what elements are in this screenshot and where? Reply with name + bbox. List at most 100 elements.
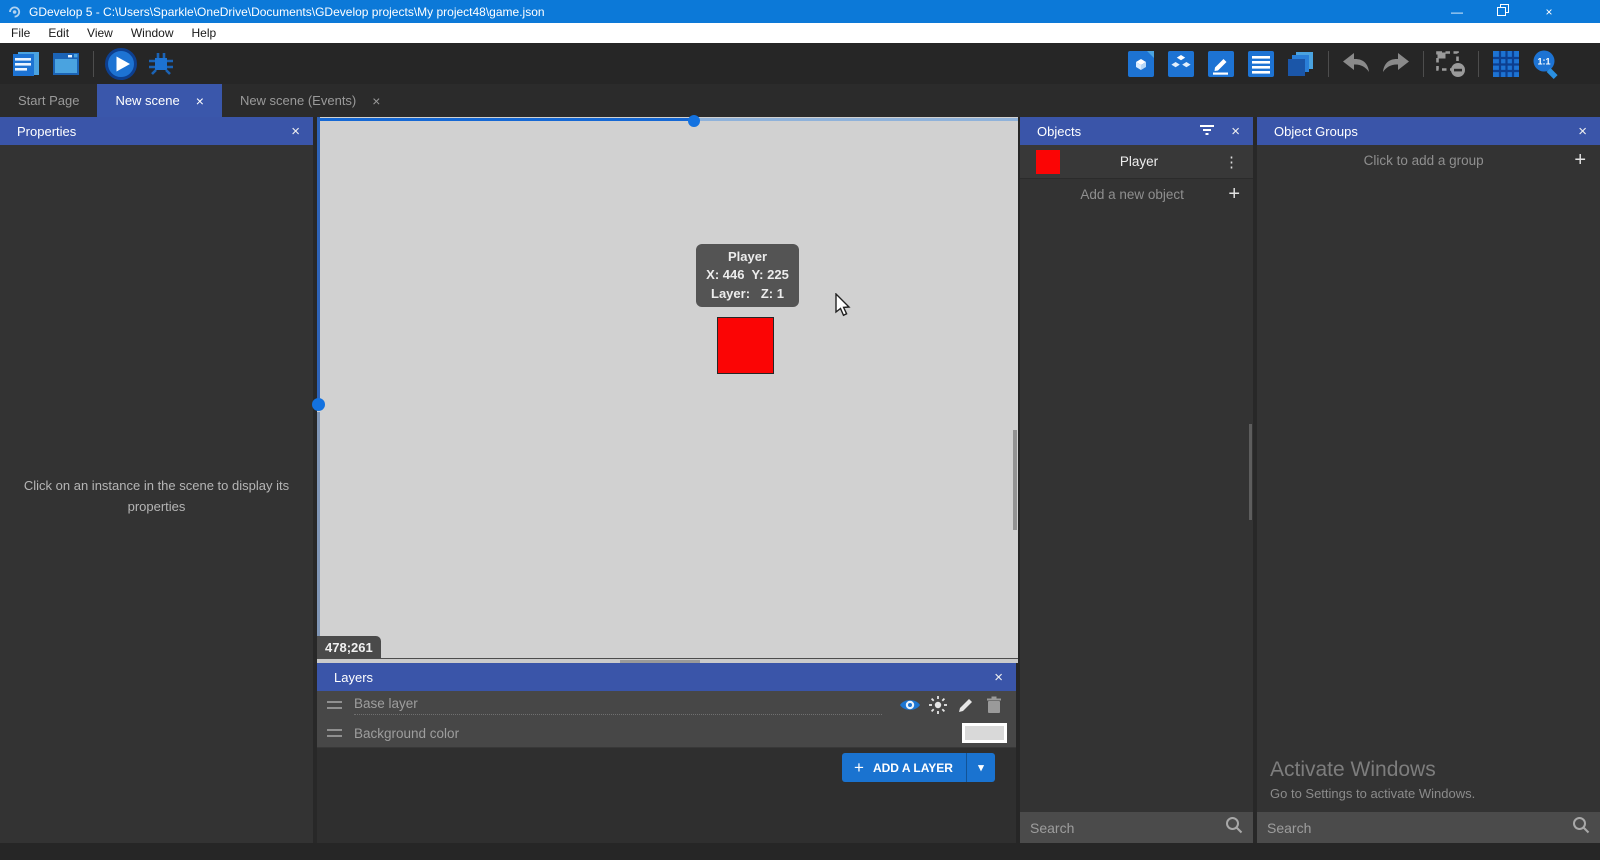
activate-windows-watermark: Activate Windows Go to Settings to activ… bbox=[1270, 758, 1475, 801]
add-layer-button[interactable]: + ADD A LAYER ▾ bbox=[842, 753, 995, 782]
player-thumbnail bbox=[1036, 150, 1060, 174]
close-tab-icon[interactable]: × bbox=[196, 93, 204, 109]
window-controls: — × bbox=[1434, 0, 1572, 23]
objects-search-input[interactable] bbox=[1030, 820, 1225, 836]
object-groups-panel: Object Groups × Click to add a group + A… bbox=[1257, 117, 1600, 843]
tab-label: New scene (Events) bbox=[240, 93, 356, 108]
add-layer-button-main[interactable]: + ADD A LAYER bbox=[842, 753, 966, 782]
vertical-scroll-line[interactable] bbox=[317, 412, 320, 658]
layer-effects-icon[interactable] bbox=[924, 695, 952, 715]
window-title: GDevelop 5 - C:\Users\Sparkle\OneDrive\D… bbox=[29, 5, 545, 19]
main-toolbar: 1:1 bbox=[0, 43, 1600, 84]
clear-selection-icon[interactable] bbox=[1433, 46, 1469, 82]
background-color-row[interactable]: Background color bbox=[317, 719, 1016, 747]
add-object-row[interactable]: Add a new object + bbox=[1020, 179, 1253, 210]
plus-icon[interactable]: + bbox=[1228, 183, 1240, 206]
layer-row-base[interactable]: Base layer bbox=[317, 691, 1016, 719]
objects-panel-title: Objects bbox=[1037, 124, 1081, 139]
watermark-title: Activate Windows bbox=[1270, 758, 1475, 782]
play-preview-button[interactable] bbox=[103, 46, 139, 82]
titlebar: GDevelop 5 - C:\Users\Sparkle\OneDrive\D… bbox=[0, 0, 1600, 23]
object-menu-kebab-icon[interactable]: ⋮ bbox=[1218, 153, 1245, 171]
toolbar-separator bbox=[1478, 51, 1479, 77]
menu-file[interactable]: File bbox=[2, 23, 39, 43]
add-object-label: Add a new object bbox=[1036, 187, 1228, 202]
menubar: File Edit View Window Help bbox=[0, 23, 1600, 43]
tooltip-position: X: 446 Y: 225 bbox=[706, 266, 789, 284]
canvas-vertical-scrollbar-thumb[interactable] bbox=[1013, 430, 1017, 530]
drag-handle-icon[interactable] bbox=[327, 701, 342, 709]
search-icon bbox=[1572, 816, 1590, 839]
gdevelop-logo-icon bbox=[7, 5, 21, 19]
close-layers-icon[interactable]: × bbox=[992, 669, 1005, 686]
project-manager-icon[interactable] bbox=[8, 46, 44, 82]
close-properties-icon[interactable]: × bbox=[289, 123, 302, 140]
horizontal-scroll-line[interactable] bbox=[317, 118, 691, 121]
groups-search-input[interactable] bbox=[1267, 820, 1572, 836]
toolbar-separator bbox=[1328, 51, 1329, 77]
scene-window-icon[interactable] bbox=[48, 46, 84, 82]
layer-edit-pencil-icon[interactable] bbox=[952, 696, 980, 714]
layer-name-field[interactable]: Base layer bbox=[354, 696, 882, 715]
zoom-reset-icon[interactable]: 1:1 bbox=[1528, 46, 1564, 82]
vertical-scroll-line[interactable] bbox=[317, 117, 320, 400]
properties-panel-icon[interactable] bbox=[1203, 46, 1239, 82]
layers-list: Base layer Background color bbox=[317, 691, 1016, 748]
object-name: Player bbox=[1060, 154, 1218, 169]
tab-new-scene[interactable]: New scene × bbox=[97, 84, 222, 117]
grid-toggle-icon[interactable] bbox=[1488, 46, 1524, 82]
objects-search-bar bbox=[1020, 812, 1253, 843]
layer-visibility-eye-icon[interactable] bbox=[896, 697, 924, 713]
bottom-strip bbox=[0, 843, 1600, 860]
tab-new-scene-events[interactable]: New scene (Events) × bbox=[222, 84, 399, 117]
objects-panel-header: Objects × bbox=[1020, 117, 1253, 145]
add-group-label: Click to add a group bbox=[1273, 153, 1574, 168]
horizontal-scroll-line[interactable] bbox=[691, 118, 1018, 121]
close-object-groups-icon[interactable]: × bbox=[1576, 123, 1589, 140]
background-color-swatch[interactable] bbox=[962, 723, 1007, 743]
objects-scrollbar-thumb[interactable] bbox=[1249, 424, 1252, 520]
add-group-row[interactable]: Click to add a group + bbox=[1257, 145, 1600, 176]
object-groups-panel-icon[interactable] bbox=[1163, 46, 1199, 82]
filter-icon[interactable] bbox=[1199, 124, 1215, 139]
background-color-label: Background color bbox=[354, 726, 948, 741]
menu-help[interactable]: Help bbox=[183, 23, 226, 43]
layers-panel-title: Layers bbox=[334, 670, 373, 685]
tab-start-page[interactable]: Start Page bbox=[0, 84, 97, 117]
properties-panel: Properties × Click on an instance in the… bbox=[0, 117, 313, 843]
object-row-player[interactable]: Player ⋮ bbox=[1020, 145, 1253, 179]
toolbar-separator bbox=[1423, 51, 1424, 77]
layer-delete-trash-icon[interactable] bbox=[980, 696, 1008, 714]
tab-bar: Start Page New scene × New scene (Events… bbox=[0, 84, 1600, 117]
restore-button[interactable] bbox=[1480, 0, 1526, 23]
plus-icon[interactable]: + bbox=[1574, 149, 1586, 172]
toolbar-right-group: 1:1 bbox=[1121, 46, 1566, 82]
layers-panel-icon[interactable] bbox=[1283, 46, 1319, 82]
add-layer-dropdown-arrow[interactable]: ▾ bbox=[966, 753, 995, 782]
cursor-coordinates-badge: 478;261 bbox=[317, 636, 381, 658]
menu-window[interactable]: Window bbox=[122, 23, 183, 43]
vertical-scroll-thumb[interactable] bbox=[312, 398, 325, 411]
player-object-instance[interactable] bbox=[717, 317, 774, 374]
watermark-subtitle: Go to Settings to activate Windows. bbox=[1270, 786, 1475, 801]
undo-button[interactable] bbox=[1338, 46, 1374, 82]
minimize-icon: — bbox=[1451, 5, 1463, 19]
close-objects-icon[interactable]: × bbox=[1229, 123, 1242, 140]
redo-button[interactable] bbox=[1378, 46, 1414, 82]
horizontal-scroll-thumb[interactable] bbox=[688, 115, 700, 127]
scene-canvas[interactable]: Player X: 446 Y: 225 Layer: Z: 1 478;261 bbox=[317, 117, 1018, 658]
drag-handle-icon[interactable] bbox=[327, 729, 342, 737]
close-tab-icon[interactable]: × bbox=[372, 93, 380, 109]
tooltip-layer: Layer: Z: 1 bbox=[711, 285, 784, 303]
minimize-button[interactable]: — bbox=[1434, 0, 1480, 23]
close-window-button[interactable]: × bbox=[1526, 0, 1572, 23]
svg-text:1:1: 1:1 bbox=[1537, 56, 1550, 66]
debug-preview-button[interactable] bbox=[143, 46, 179, 82]
properties-panel-title: Properties bbox=[17, 124, 76, 139]
instances-list-panel-icon[interactable] bbox=[1243, 46, 1279, 82]
menu-edit[interactable]: Edit bbox=[39, 23, 78, 43]
layers-panel: Layers × Base layer bbox=[317, 663, 1016, 843]
instance-tooltip: Player X: 446 Y: 225 Layer: Z: 1 bbox=[696, 244, 799, 307]
objects-panel-icon[interactable] bbox=[1123, 46, 1159, 82]
menu-view[interactable]: View bbox=[78, 23, 122, 43]
